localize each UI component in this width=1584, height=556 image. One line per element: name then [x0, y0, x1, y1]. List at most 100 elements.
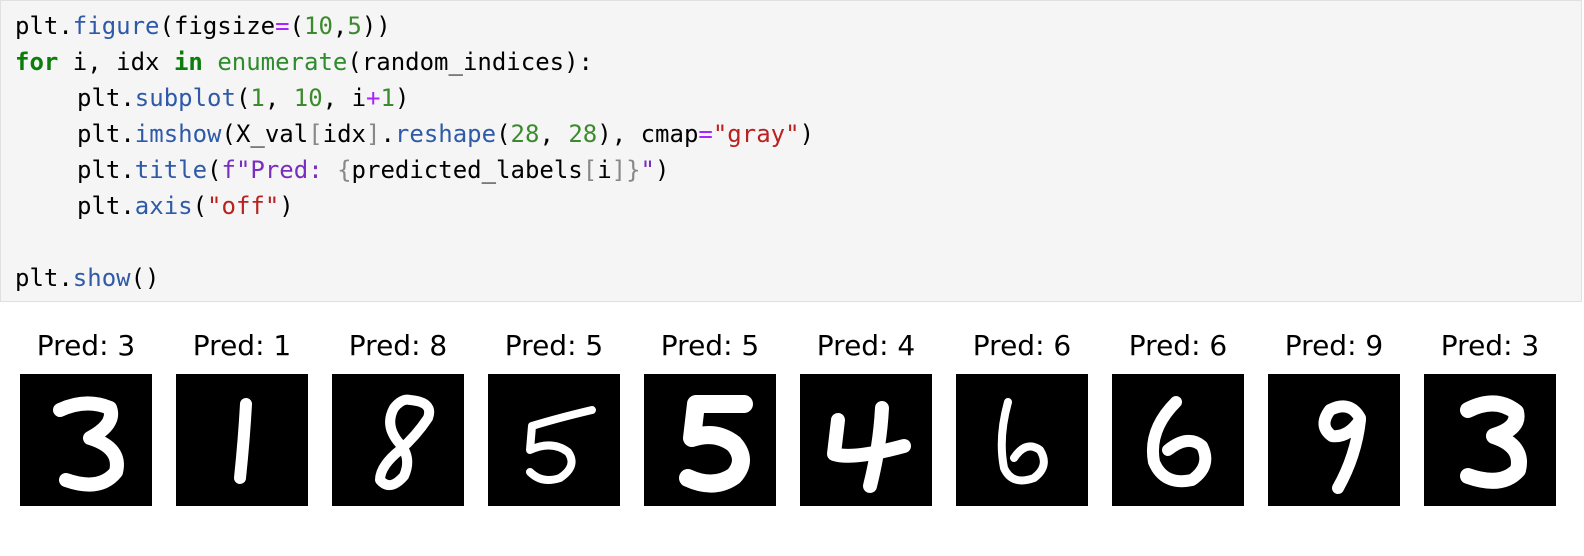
subplot-panel: Pred: 1	[176, 302, 308, 556]
subplot-panel: Pred: 3	[20, 302, 152, 556]
digit-stroke	[997, 398, 1048, 485]
subplot-title: Pred: 5	[660, 329, 760, 362]
code-token: ()	[130, 264, 160, 292]
code-token: ))	[361, 12, 391, 40]
code-token: plt.	[77, 84, 135, 112]
code-token: =	[698, 120, 713, 148]
subplot-panel: Pred: 9	[1268, 302, 1400, 556]
subplot-panel: Pred: 3	[1424, 302, 1556, 556]
code-token: )	[394, 84, 410, 112]
code-editor[interactable]: plt.figure(figsize=(10,5)) for i, idx in …	[15, 8, 814, 296]
code-token: "	[640, 156, 655, 184]
code-line: plt.imshow(X_val[idx].reshape(28, 28), c…	[15, 116, 814, 152]
code-token: (	[235, 84, 251, 112]
digit-image	[20, 374, 152, 506]
code-token: ]}	[611, 156, 641, 184]
code-token: (figsize	[159, 12, 276, 40]
handwritten-digit-8	[375, 394, 435, 491]
digit-image	[488, 374, 620, 506]
code-token: [	[308, 120, 323, 148]
digit-stroke	[526, 406, 596, 484]
code-token: axis	[134, 192, 193, 220]
code-token: ]	[366, 120, 381, 148]
code-token: .	[380, 120, 395, 148]
code-token: (random_indices):	[347, 48, 593, 76]
code-token: plt.	[77, 120, 135, 148]
code-token: [	[582, 156, 598, 184]
code-token: )	[279, 192, 294, 220]
digit-stroke	[375, 394, 435, 491]
subplot-title: Pred: 6	[1128, 329, 1228, 362]
code-token: 10	[293, 84, 323, 112]
code-token: plt.	[77, 192, 135, 220]
subplot-panel: Pred: 5	[488, 302, 620, 556]
digit-stroke	[679, 395, 753, 493]
code-token: 5	[347, 12, 362, 40]
code-token: figure	[72, 12, 160, 40]
subplot-title: Pred: 9	[1284, 329, 1384, 362]
handwritten-digit-5	[526, 406, 596, 484]
code-token: imshow	[134, 120, 222, 148]
code-token: plt.	[15, 264, 73, 292]
digit-stroke	[1147, 396, 1212, 488]
code-line: plt.show()	[15, 260, 814, 296]
code-token: "gray"	[712, 120, 800, 148]
code-token: 10	[304, 12, 333, 40]
digit-image	[956, 374, 1088, 506]
handwritten-digit-6	[1147, 396, 1212, 488]
handwritten-digit-3	[1460, 395, 1527, 489]
code-token: i	[597, 156, 612, 184]
subplot-title: Pred: 1	[192, 329, 292, 362]
subplot-panel: Pred: 5	[644, 302, 776, 556]
code-line: for i, idx in enumerate(random_indices):	[15, 44, 814, 80]
code-token: {	[337, 156, 352, 184]
subplot-title: Pred: 6	[972, 329, 1072, 362]
subplot-title: Pred: 3	[36, 329, 136, 362]
subplot-panel: Pred: 6	[956, 302, 1088, 556]
subplot-title: Pred: 5	[504, 329, 604, 362]
subplot-title: Pred: 4	[816, 329, 916, 362]
handwritten-digit-6	[997, 398, 1048, 485]
handwritten-digit-1	[234, 398, 252, 484]
digit-image	[1424, 374, 1556, 506]
code-token: (	[192, 192, 208, 220]
code-token: enumerate	[217, 48, 348, 76]
code-token: )	[655, 156, 670, 184]
code-token: ), cmap	[597, 120, 699, 148]
handwritten-digit-5	[679, 395, 753, 493]
subplot-title: Pred: 3	[1440, 329, 1540, 362]
code-token: reshape	[394, 120, 497, 148]
code-token: predicted_labels	[351, 156, 583, 184]
digit-image	[1268, 374, 1400, 506]
code-token: subplot	[134, 84, 236, 112]
code-token: (	[207, 156, 222, 184]
code-token: f"Pred:	[221, 156, 338, 184]
cell-output: Pred: 3 Pred: 1 Pred: 8 Pred: 5 Pred: 5 Pred:…	[0, 302, 1584, 556]
handwritten-digit-4	[827, 401, 911, 493]
code-line: plt.title(f"Pred: {predicted_labels[i]}"…	[15, 152, 814, 188]
digit-stroke	[827, 413, 911, 463]
digit-stroke	[1318, 400, 1366, 494]
subplot-panel: Pred: 6	[1112, 302, 1244, 556]
code-token: , i	[322, 84, 367, 112]
digit-stroke	[53, 396, 124, 492]
digit-stroke	[234, 398, 252, 484]
code-token: "off"	[207, 192, 280, 220]
code-token: (	[496, 120, 511, 148]
subplot-title: Pred: 8	[348, 329, 448, 362]
subplot-panel: Pred: 8	[332, 302, 464, 556]
code-cell[interactable]: plt.figure(figsize=(10,5)) for i, idx in …	[0, 0, 1582, 302]
code-token: title	[134, 156, 208, 184]
subplot-panel: Pred: 4	[800, 302, 932, 556]
code-token: 28	[568, 120, 598, 148]
digit-stroke	[863, 401, 889, 493]
code-token: (	[289, 12, 304, 40]
handwritten-digit-9	[1318, 400, 1366, 494]
code-token: for	[15, 48, 59, 76]
code-token: )	[799, 120, 815, 148]
digit-image	[176, 374, 308, 506]
code-line: plt.subplot(1, 10, i+1)	[15, 80, 814, 116]
code-token: show	[72, 264, 131, 292]
code-token: in	[173, 48, 203, 76]
